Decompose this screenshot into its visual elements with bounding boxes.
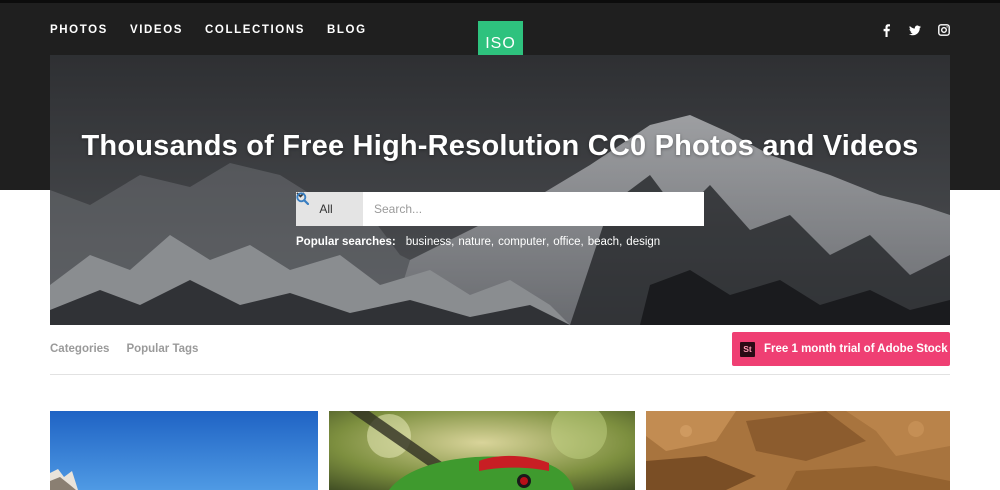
popular-term-beach[interactable]: beach xyxy=(588,236,619,248)
nav-collections[interactable]: COLLECTIONS xyxy=(205,24,305,36)
adobe-stock-trial-label: Free 1 month trial of Adobe Stock xyxy=(764,343,948,355)
search-type-label: All xyxy=(319,202,333,216)
sub-nav: Categories Popular Tags xyxy=(50,343,198,355)
rock-texture-photo xyxy=(646,411,950,490)
popular-term-business[interactable]: business xyxy=(406,236,451,248)
popular-searches: Popular searches: business, nature, comp… xyxy=(296,236,660,248)
mountain-background-image xyxy=(50,55,950,325)
popular-term-computer[interactable]: computer xyxy=(498,236,546,248)
nav-videos[interactable]: VIDEOS xyxy=(130,24,183,36)
search-input[interactable] xyxy=(363,192,654,226)
search-bar: All xyxy=(296,192,704,226)
instagram-icon[interactable] xyxy=(938,23,950,37)
gallery-item-parrot[interactable] xyxy=(329,411,635,490)
popular-term-design[interactable]: design xyxy=(626,236,660,248)
tab-popular-tags[interactable]: Popular Tags xyxy=(126,343,198,355)
tab-categories[interactable]: Categories xyxy=(50,343,109,355)
search-button[interactable] xyxy=(296,192,704,226)
popular-term-nature[interactable]: nature xyxy=(458,236,491,248)
parrot-photo xyxy=(329,411,635,490)
popular-term-office[interactable]: office xyxy=(553,236,580,248)
gallery-item-mountain[interactable] xyxy=(50,411,318,490)
main-nav: PHOTOS VIDEOS COLLECTIONS BLOG xyxy=(50,24,367,36)
gallery-item-rock[interactable] xyxy=(646,411,950,490)
social-links xyxy=(880,23,950,37)
nav-blog[interactable]: BLOG xyxy=(327,24,367,36)
mountain-sky-photo xyxy=(50,411,318,490)
adobe-stock-trial-button[interactable]: St Free 1 month trial of Adobe Stock xyxy=(732,332,950,366)
popular-terms-list: business, nature, computer, office, beac… xyxy=(405,236,661,248)
nav-photos[interactable]: PHOTOS xyxy=(50,24,108,36)
hero-title: Thousands of Free High-Resolution CC0 Ph… xyxy=(81,130,919,162)
twitter-icon[interactable] xyxy=(909,23,921,37)
hero-banner: Thousands of Free High-Resolution CC0 Ph… xyxy=(50,55,950,325)
adobe-stock-icon: St xyxy=(740,341,755,357)
facebook-icon[interactable] xyxy=(880,23,892,37)
section-divider xyxy=(50,374,950,375)
popular-searches-label: Popular searches: xyxy=(296,236,396,248)
